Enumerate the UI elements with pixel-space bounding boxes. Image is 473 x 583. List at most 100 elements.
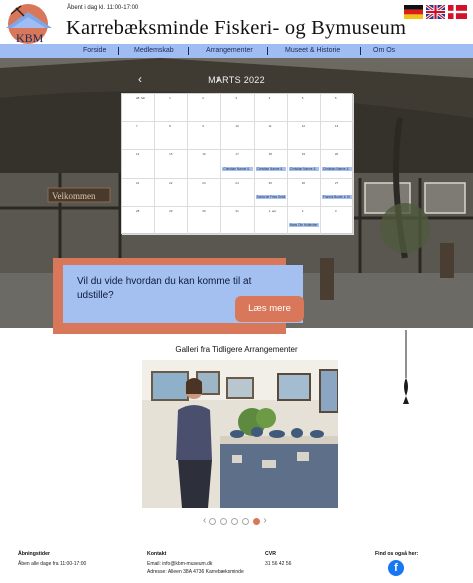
read-more-button[interactable]: Læs mere bbox=[235, 296, 304, 322]
nav-divider bbox=[188, 47, 189, 55]
calendar-day-cell[interactable]: 3 bbox=[221, 94, 255, 123]
calendar-day-cell[interactable]: 6 bbox=[320, 94, 354, 123]
calendar-day-number: 27 bbox=[334, 180, 339, 185]
calendar-day-cell[interactable]: 19 Christian Nanne & bbox=[287, 150, 321, 179]
calendar-day-cell[interactable]: 2 bbox=[188, 94, 222, 123]
calendar-day-number: 26 bbox=[301, 180, 306, 185]
calendar-day-cell[interactable]: 28 bbox=[122, 206, 156, 235]
nav-divider bbox=[118, 47, 119, 55]
calendar-day-cell[interactable]: 18 Christian Nanne & bbox=[254, 150, 288, 179]
gallery-title: Galleri fra Tidligere Arrangementer bbox=[175, 345, 298, 354]
calendar-day-cell[interactable]: 5 bbox=[287, 94, 321, 123]
main-nav: Forside Medlemskab Arrangementer Museet … bbox=[0, 44, 473, 58]
calendar-event[interactable]: Francis Bowie & St bbox=[321, 194, 352, 199]
calendar-day-number: 7 bbox=[136, 124, 138, 129]
facebook-icon[interactable]: f bbox=[388, 560, 404, 576]
calendar-day-number: 28. feb bbox=[136, 96, 146, 100]
nav-item-om-os[interactable]: Om Os bbox=[373, 47, 395, 54]
calendar-day-cell[interactable]: 12 bbox=[287, 122, 321, 151]
footer-hours-heading: Åbningstider bbox=[18, 551, 50, 557]
calendar-day-cell[interactable]: 3 bbox=[320, 206, 354, 235]
calendar-next-icon[interactable]: › bbox=[216, 73, 220, 85]
calendar-event[interactable]: Christian Nanne & bbox=[288, 166, 319, 171]
calendar-day-cell[interactable]: 20 Christian Nanne & bbox=[320, 150, 354, 179]
calendar-day-cell[interactable]: 4 bbox=[254, 94, 288, 123]
gallery-dot[interactable] bbox=[242, 517, 250, 525]
nav-item-medlemskab[interactable]: Medlemskab bbox=[134, 47, 174, 54]
footer-cvr: CVR 31 56 42 56 bbox=[265, 550, 291, 568]
calendar-event[interactable]: Hans Ole Hutlecher bbox=[288, 222, 319, 227]
calendar-day-cell[interactable]: 30 bbox=[188, 206, 222, 235]
gallery-pagination: ‹ › bbox=[203, 516, 267, 526]
calendar-day-number: 3 bbox=[334, 208, 337, 213]
calendar-day-number: 1. apr bbox=[268, 208, 277, 213]
calendar-day-cell[interactable]: 24 bbox=[221, 178, 255, 207]
footer-social-heading: Find os også her: bbox=[375, 551, 419, 557]
fish-hook-icon bbox=[403, 330, 409, 404]
calendar-day-cell[interactable]: 21 bbox=[122, 178, 156, 207]
calendar-day-number: 9 bbox=[202, 124, 204, 129]
nav-divider bbox=[360, 47, 361, 55]
open-hours-text: Åbent i dag kl. 11:00-17:00 bbox=[67, 5, 139, 11]
calendar-day-number: 12 bbox=[301, 124, 306, 129]
footer-cvr-heading: CVR bbox=[265, 551, 276, 557]
calendar-day-number: 10 bbox=[235, 124, 239, 129]
calendar-day-cell[interactable]: 31 bbox=[221, 206, 255, 235]
calendar-day-cell[interactable]: 22 bbox=[155, 178, 189, 207]
calendar-day-cell[interactable]: 1. apr bbox=[254, 206, 288, 235]
footer-cvr-number: 31 56 42 56 bbox=[265, 561, 292, 567]
footer-contact-email[interactable]: Email: info@kbm-museum.dk bbox=[147, 560, 244, 568]
calendar-day-number: 14 bbox=[136, 152, 140, 157]
gallery-next-icon[interactable]: › bbox=[263, 516, 266, 526]
danish-flag-icon[interactable] bbox=[448, 5, 467, 19]
calendar-day-cell[interactable]: 27 Francis Bowie & St bbox=[320, 178, 354, 207]
nav-item-forside[interactable]: Forside bbox=[83, 47, 106, 54]
german-flag-icon[interactable] bbox=[404, 5, 423, 19]
calendar-day-cell[interactable]: 9 bbox=[188, 122, 222, 151]
calendar-event[interactable]: Christian Nanne & bbox=[222, 166, 253, 171]
kbm-logo[interactable]: KBM bbox=[2, 2, 62, 45]
calendar-day-cell[interactable]: 16 bbox=[188, 150, 222, 179]
calendar-day-cell[interactable]: 2 Hans Ole Hutlecher bbox=[287, 206, 321, 235]
gallery-dot[interactable] bbox=[231, 517, 239, 525]
calendar-day-number: 2 bbox=[202, 96, 204, 100]
site-title[interactable]: Karrebæksminde Fiskeri- og Bymuseum bbox=[66, 17, 406, 40]
calendar-day-cell[interactable]: 25 Sonia de Fries Seidl bbox=[254, 178, 288, 207]
calendar-day-cell[interactable]: 28. feb bbox=[122, 94, 156, 123]
calendar-day-cell[interactable]: 23 bbox=[188, 178, 222, 207]
calendar-prev-icon[interactable]: ‹ bbox=[138, 73, 142, 85]
calendar-day-cell[interactable]: 13 bbox=[320, 122, 354, 151]
footer-contact-heading: Kontakt bbox=[147, 551, 167, 557]
calendar-day-number: 25 bbox=[268, 180, 272, 185]
calendar-day-cell[interactable]: 29 bbox=[155, 206, 189, 235]
calendar-day-cell[interactable]: 15 bbox=[155, 150, 189, 179]
gallery-dot[interactable] bbox=[209, 517, 217, 525]
calendar-day-number: 29 bbox=[169, 208, 173, 213]
calendar-event[interactable]: Sonia de Fries Seidl bbox=[255, 194, 286, 199]
calendar-day-cell[interactable]: 8 bbox=[155, 122, 189, 151]
event-calendar: 28. feb 1 2 3 4 5 6 7 8 9 10 11 12 13 14 15 16 17 Christia… bbox=[121, 93, 354, 235]
gallery-prev-icon[interactable]: ‹ bbox=[203, 516, 206, 526]
nav-item-museet-historie[interactable]: Museet & Historie bbox=[285, 47, 340, 54]
gallery-image[interactable] bbox=[142, 360, 338, 508]
calendar-day-number: 17 bbox=[235, 152, 239, 157]
calendar-event[interactable]: Christian Nanne & bbox=[255, 166, 286, 171]
uk-flag-icon[interactable] bbox=[426, 5, 445, 19]
calendar-day-number: 3 bbox=[235, 96, 238, 100]
gallery-dot[interactable] bbox=[220, 517, 228, 525]
calendar-day-cell[interactable]: 7 bbox=[122, 122, 156, 151]
gallery-dot[interactable] bbox=[253, 517, 261, 525]
calendar-event[interactable]: Christian Nanne & bbox=[321, 166, 352, 171]
calendar-day-cell[interactable]: 11 bbox=[254, 122, 288, 151]
nav-item-arrangementer[interactable]: Arrangementer bbox=[206, 47, 253, 54]
site-header: KBM Åbent i dag kl. 11:00-17:00 Karrebæk… bbox=[0, 0, 473, 45]
calendar-day-number: 16 bbox=[202, 152, 206, 157]
calendar-day-cell[interactable]: 26 bbox=[287, 178, 321, 207]
calendar-day-cell[interactable]: 14 bbox=[122, 150, 156, 179]
calendar-day-number: 19 bbox=[301, 152, 306, 157]
calendar-day-number: 31 bbox=[235, 208, 239, 213]
calendar-day-cell[interactable]: 17 Christian Nanne & bbox=[221, 150, 255, 179]
calendar-day-cell[interactable]: 1 bbox=[155, 94, 189, 123]
calendar-month-label: MARTS 2022 bbox=[208, 75, 265, 85]
calendar-day-cell[interactable]: 10 bbox=[221, 122, 255, 151]
